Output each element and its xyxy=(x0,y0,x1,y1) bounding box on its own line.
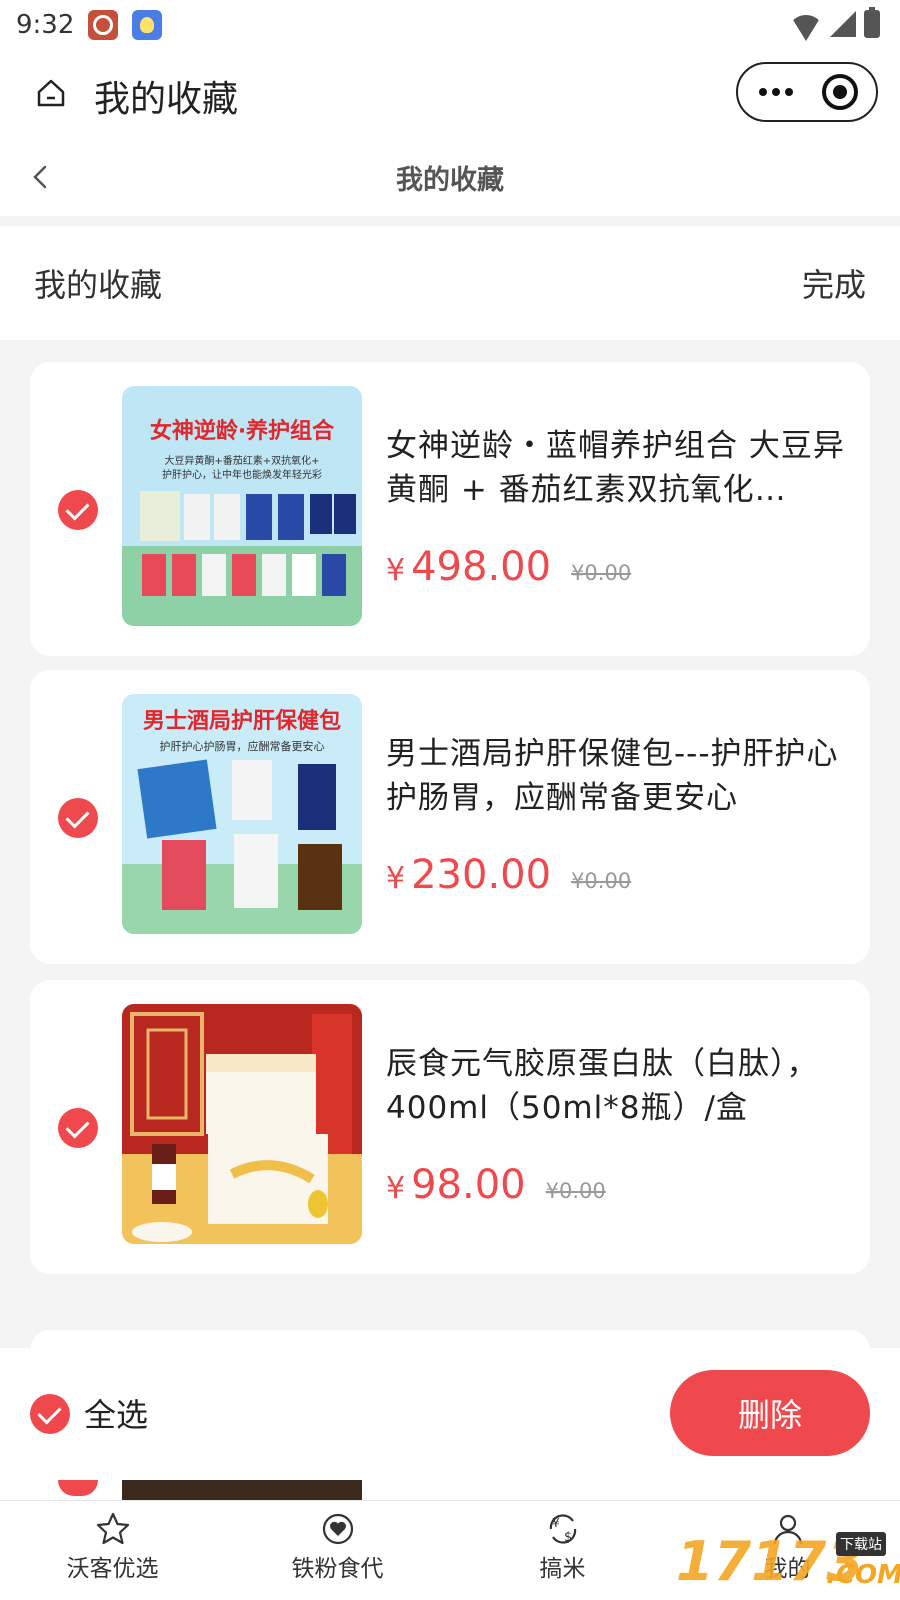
product-image-subtitle: 大豆异黄酮+番茄红素+双抗氧化+ xyxy=(164,454,319,467)
yuan-dollar-exchange-icon: ¥ $ xyxy=(549,1514,576,1545)
item-check-icon[interactable] xyxy=(58,798,98,838)
product-name[interactable]: 辰食元气胶原蛋白肽（白肽），400ml（50ml*8瓶）/盒 xyxy=(386,1042,846,1130)
miniprogram-header: 我的收藏 xyxy=(0,50,900,140)
product-image[interactable] xyxy=(122,1004,362,1244)
original-price: ¥0.00 xyxy=(545,1179,606,1203)
product-image-subtitle: 护肝护心，让中年也能焕发年轻光彩 xyxy=(162,468,322,481)
select-all-label[interactable]: 全选 xyxy=(84,1390,148,1436)
price-symbol: ¥ xyxy=(386,861,406,896)
favorite-item[interactable]: 女神逆龄·养护组合 大豆异黄酮+番茄红素+双抗氧化+ 护肝护心，让中年也能焕发年… xyxy=(30,362,870,656)
tab-label: 沃客优选 xyxy=(66,1556,159,1582)
price: 98.00 xyxy=(411,1162,526,1208)
item-check-icon[interactable] xyxy=(58,490,98,530)
original-price: ¥0.00 xyxy=(571,869,632,893)
tab-label: 搞米 xyxy=(539,1556,586,1582)
tab-label: 铁粉食代 xyxy=(291,1556,384,1582)
page-nav: 我的收藏 xyxy=(0,140,900,216)
capsule-menu xyxy=(736,62,878,122)
product-name[interactable]: 男士酒局护肝保健包---护肝护心护肠胃，应酬常备更安心 xyxy=(386,732,846,820)
watermark-suffix: .COM xyxy=(826,1560,900,1590)
status-indicators xyxy=(790,7,880,41)
more-icon[interactable] xyxy=(738,88,814,96)
done-button[interactable]: 完成 xyxy=(802,260,866,306)
price-symbol: ¥ xyxy=(386,1171,406,1206)
tab-home[interactable]: 沃客优选 xyxy=(0,1501,225,1600)
home-icon[interactable] xyxy=(36,78,66,108)
price: 498.00 xyxy=(411,544,552,590)
page-title: 我的收藏 xyxy=(396,165,504,196)
miniprogram-title: 我的收藏 xyxy=(94,79,239,120)
price-row: ¥ 98.00 ¥0.00 xyxy=(386,1162,606,1208)
delete-button[interactable]: 删除 xyxy=(670,1370,870,1456)
product-image-title: 女神逆龄·养护组合 xyxy=(150,418,335,444)
favorite-item[interactable]: 男士酒局护肝保健包 护肝护心护肠胃，应酬常备更安心 男士酒局护肝保健包---护肝… xyxy=(30,670,870,964)
section-title: 我的收藏 xyxy=(34,266,163,304)
original-price: ¥0.00 xyxy=(571,561,632,585)
product-image-title: 男士酒局护肝保健包 xyxy=(143,708,341,734)
product-image-partial xyxy=(122,1480,362,1500)
tab-gaomi[interactable]: ¥ $ 搞米 xyxy=(450,1501,675,1600)
wifi-icon xyxy=(790,15,822,41)
price-symbol: ¥ xyxy=(386,553,406,588)
favorites-list: 女神逆龄·养护组合 大豆异黄酮+番茄红素+双抗氧化+ 护肝护心，让中年也能焕发年… xyxy=(0,340,900,1500)
heart-circle-icon xyxy=(322,1513,353,1545)
product-image-subtitle: 护肝护心护肠胃，应酬常备更安心 xyxy=(160,739,325,753)
app-notification-icon xyxy=(132,10,163,40)
product-name[interactable]: 女神逆龄・蓝帽养护组合 大豆异黄酮 + 番茄红素双抗氧化… xyxy=(386,424,846,512)
battery-icon xyxy=(864,7,880,38)
status-bar: 9:32 xyxy=(0,0,900,50)
product-image[interactable]: 女神逆龄·养护组合 大豆异黄酮+番茄红素+双抗氧化+ 护肝护心，让中年也能焕发年… xyxy=(122,386,362,626)
price-row: ¥ 498.00 ¥0.00 xyxy=(386,544,631,590)
status-time: 9:32 xyxy=(16,10,75,40)
edit-action-bar: 全选 删除 xyxy=(0,1348,900,1480)
price: 230.00 xyxy=(411,852,552,898)
product-image[interactable]: 男士酒局护肝保健包 护肝护心护肠胃，应酬常备更安心 xyxy=(122,694,362,934)
item-check-icon[interactable] xyxy=(58,1108,98,1148)
signal-icon xyxy=(830,11,856,37)
tab-fans-food[interactable]: 铁粉食代 xyxy=(225,1501,450,1600)
svg-text:$: $ xyxy=(564,1530,572,1545)
svg-text:¥: ¥ xyxy=(552,1516,560,1530)
price-row: ¥ 230.00 ¥0.00 xyxy=(386,852,631,898)
section-header: 我的收藏 完成 xyxy=(0,226,900,340)
site-watermark: 17173 下载站 .COM xyxy=(676,1530,900,1600)
watermark-badge: 下载站 xyxy=(836,1532,886,1556)
close-miniprogram-icon[interactable] xyxy=(822,74,858,110)
select-all-check-icon[interactable] xyxy=(30,1394,70,1434)
weibo-notification-icon xyxy=(88,10,119,40)
star-icon xyxy=(96,1512,129,1545)
favorite-item[interactable]: 辰食元气胶原蛋白肽（白肽），400ml（50ml*8瓶）/盒 ¥ 98.00 ¥… xyxy=(30,980,870,1274)
